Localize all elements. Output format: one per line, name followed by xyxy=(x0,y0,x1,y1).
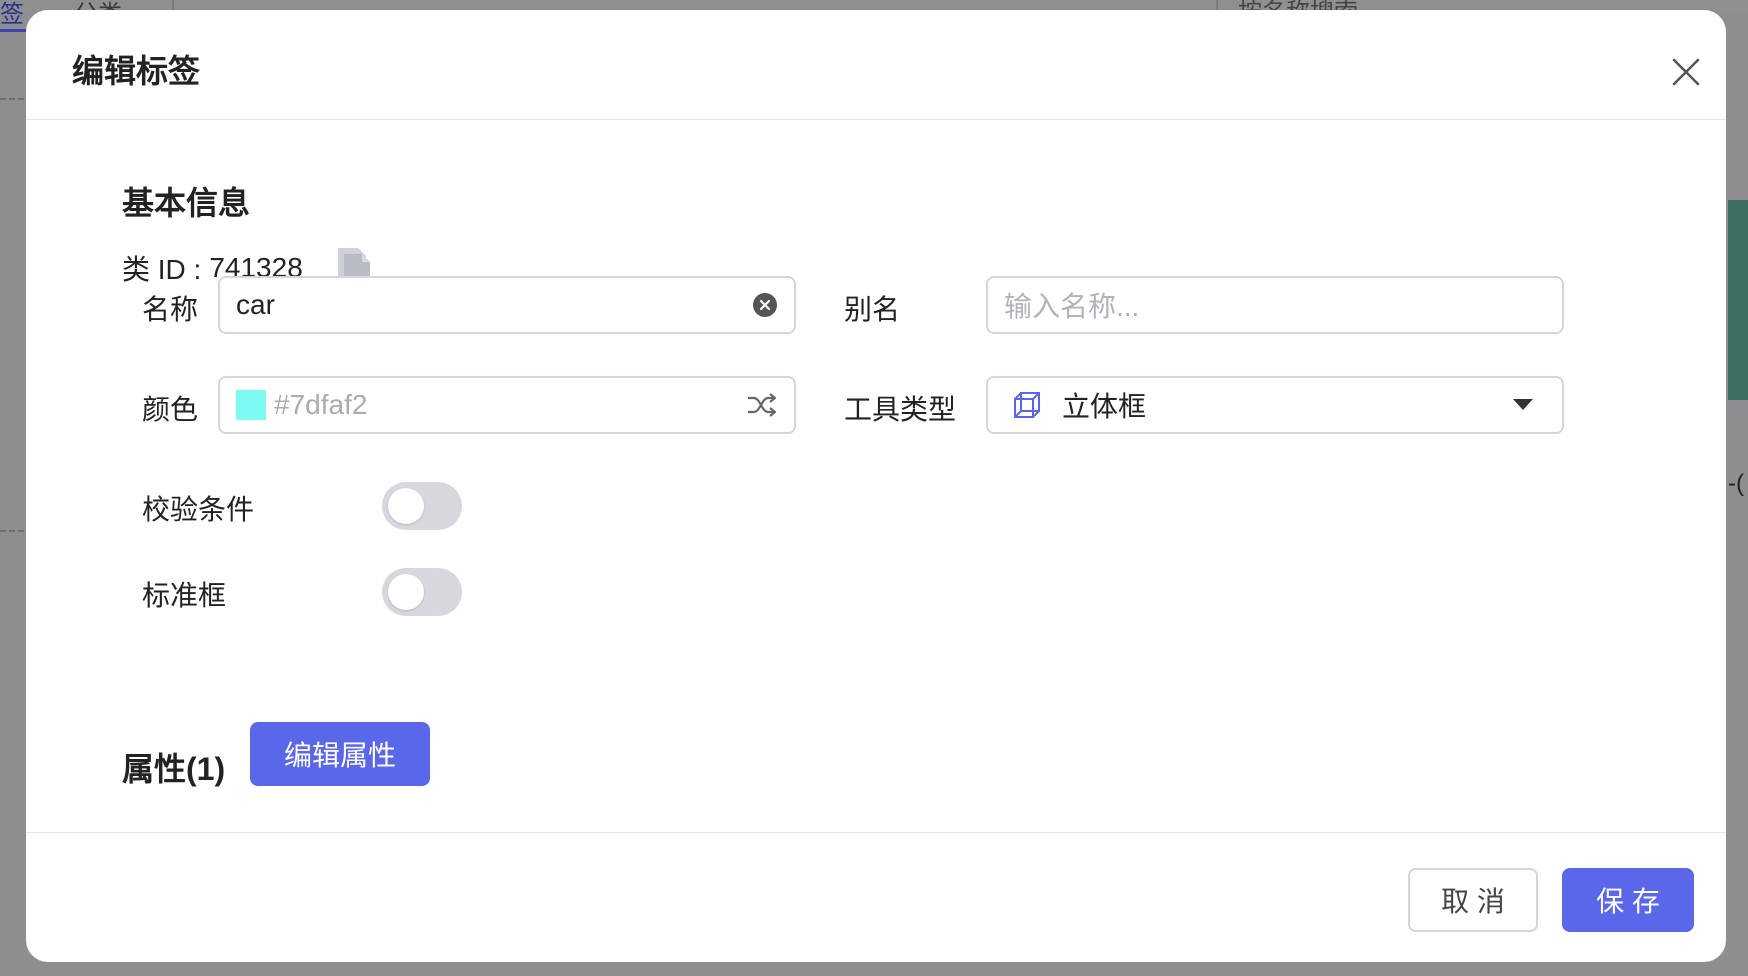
color-label: 颜色 xyxy=(142,394,199,425)
standard-box-label: 标准框 xyxy=(142,580,227,611)
toggle-knob xyxy=(388,488,424,524)
clear-icon[interactable] xyxy=(752,292,778,318)
tool-type-value: 立体框 xyxy=(1062,391,1147,422)
alias-input[interactable]: 输入名称... xyxy=(986,276,1564,334)
name-label: 名称 xyxy=(142,294,199,325)
toggle-knob xyxy=(388,574,424,610)
save-button[interactable]: 保 存 xyxy=(1562,868,1694,932)
section-title: 基本信息 xyxy=(122,185,251,221)
color-input[interactable]: #7dfaf2 xyxy=(218,376,796,434)
cube-icon xyxy=(1014,392,1040,418)
cancel-button[interactable]: 取 消 xyxy=(1408,868,1538,932)
dialog-header: 编辑标签 xyxy=(26,10,1726,120)
edit-attributes-button[interactable]: 编辑属性 xyxy=(250,722,430,786)
validation-toggle[interactable] xyxy=(382,482,462,530)
background-text: -( xyxy=(1728,470,1744,497)
shuffle-icon[interactable] xyxy=(746,392,778,418)
color-value: #7dfaf2 xyxy=(274,389,368,420)
name-input-value: car xyxy=(236,289,275,320)
tool-type-label: 工具类型 xyxy=(844,394,957,425)
color-swatch[interactable] xyxy=(236,390,266,420)
dialog-title: 编辑标签 xyxy=(72,53,201,89)
footer-divider xyxy=(26,832,1726,833)
class-id-label: 类 ID : xyxy=(122,254,202,285)
close-icon[interactable] xyxy=(1666,52,1706,92)
background-dashed-line xyxy=(0,98,24,100)
alias-label: 别名 xyxy=(844,294,901,325)
alias-input-placeholder: 输入名称... xyxy=(1004,291,1140,322)
edit-label-dialog: 编辑标签 基本信息 类 ID : 741328 名称 car 别名 输入名称..… xyxy=(26,10,1726,962)
validation-label: 校验条件 xyxy=(142,494,255,525)
background-panel xyxy=(1728,200,1748,400)
name-input[interactable]: car xyxy=(218,276,796,334)
background-dashed-line xyxy=(0,530,24,532)
chevron-down-icon[interactable] xyxy=(1512,398,1534,412)
standard-box-toggle[interactable] xyxy=(382,568,462,616)
attributes-title: 属性(1) xyxy=(122,751,226,787)
tool-type-select[interactable]: 立体框 xyxy=(986,376,1564,434)
